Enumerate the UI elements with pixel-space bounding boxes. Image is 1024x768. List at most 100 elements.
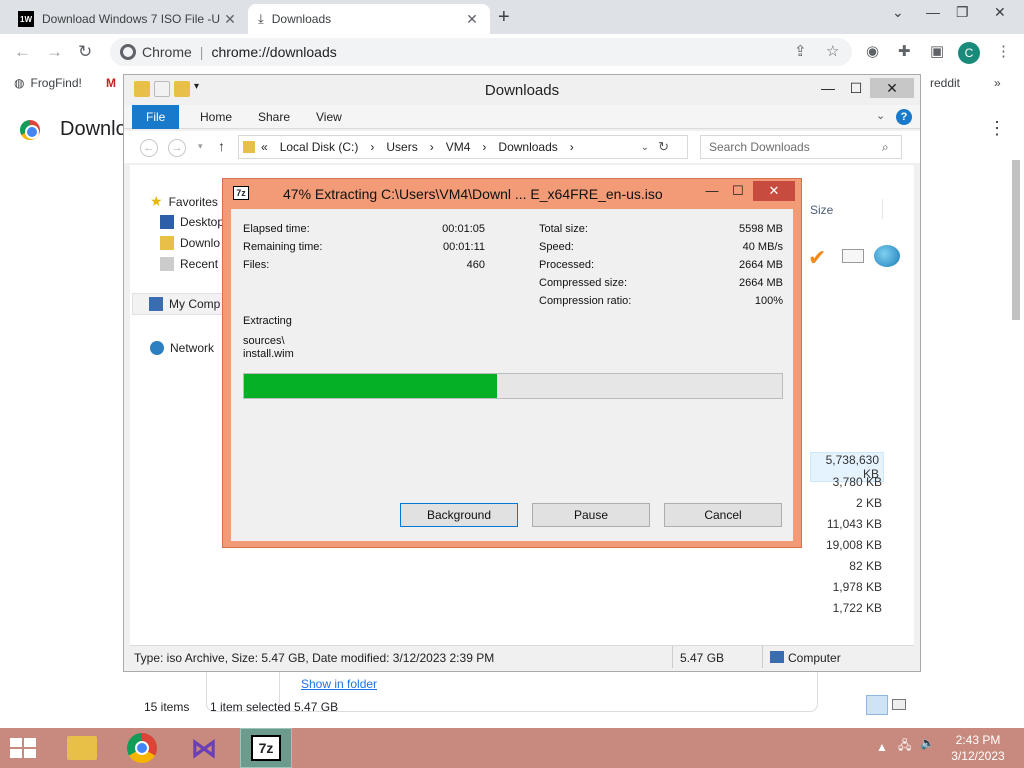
page-scrollbar[interactable]	[1010, 156, 1022, 728]
minimize-button[interactable]: —	[926, 4, 940, 20]
size-cell[interactable]: 19,008 KB	[810, 538, 882, 552]
address-separator[interactable]: ›	[370, 140, 374, 154]
size-cell[interactable]: 2 KB	[810, 496, 882, 510]
restore-button[interactable]: ❐	[956, 4, 969, 21]
address-dropdown-icon[interactable]: ⌄	[641, 142, 649, 153]
address-crumb-users[interactable]: Users	[386, 140, 417, 154]
large-icons-view-button[interactable]	[892, 699, 906, 710]
recent-locations-icon[interactable]: ▾	[198, 141, 203, 152]
tab-close-icon[interactable]: ✕	[222, 11, 238, 28]
explorer-maximize-button[interactable]: ☐	[842, 78, 870, 98]
7zip-close-button[interactable]: ✕	[753, 181, 795, 201]
7zip-titlebar: 7z 47% Extracting C:\Users\VM4\Downl ...…	[223, 179, 801, 207]
7zip-minimize-button[interactable]: —	[699, 181, 725, 201]
browser-toolbar: ← → ↻ Chrome | chrome://downloads ⇪ ☆ ◉ …	[0, 34, 1024, 70]
address-crumb-vm4[interactable]: VM4	[446, 140, 471, 154]
ribbon-tab-view[interactable]: View	[302, 105, 356, 129]
ribbon-tab-share[interactable]: Share	[244, 105, 304, 129]
address-separator[interactable]: ›	[570, 140, 574, 154]
nav-my-computer[interactable]: My Comp	[132, 293, 224, 315]
address-bar[interactable]: Chrome | chrome://downloads	[110, 38, 852, 66]
bookmark-star-icon[interactable]: ☆	[826, 42, 839, 60]
address-crumb-downloads[interactable]: Downloads	[498, 140, 557, 154]
refresh-icon[interactable]: ↻	[658, 139, 669, 155]
tab-downloads[interactable]: ⤓ Downloads ✕	[248, 4, 490, 34]
compression-ratio-value: 100%	[754, 295, 783, 307]
address-separator[interactable]: ›	[482, 140, 486, 154]
show-hidden-icons[interactable]: ▲	[876, 740, 888, 754]
more-bookmarks-icon[interactable]: »	[994, 76, 1001, 90]
selection-info: 1 item selected 5.47 GB	[210, 700, 339, 714]
scrollbar-thumb[interactable]	[1012, 160, 1020, 320]
items-count: 15 items	[144, 700, 190, 714]
search-downloads-input[interactable]: Search Downloads	[700, 135, 902, 159]
bookmark-frogfind[interactable]: ◍ FrogFind!	[14, 76, 82, 90]
bookmark-label: FrogFind!	[30, 76, 82, 90]
extensions-puzzle-icon[interactable]: ✚	[898, 42, 911, 60]
column-divider[interactable]	[882, 199, 883, 219]
bookmark-gmail[interactable]: M	[106, 76, 116, 90]
chrome-menu-icon[interactable]: ⋮	[996, 42, 1011, 60]
profile-avatar[interactable]: C	[958, 42, 980, 64]
size-cell[interactable]: 1,722 KB	[810, 601, 882, 615]
explorer-close-button[interactable]: ✕	[870, 78, 914, 98]
tab-close-icon[interactable]: ✕	[464, 11, 480, 28]
nav-favorites[interactable]: ★ Favorites	[150, 193, 218, 210]
progress-fill	[244, 374, 497, 398]
ribbon-tab-file[interactable]: File	[132, 105, 180, 129]
taskbar-file-explorer[interactable]	[56, 728, 108, 768]
nav-network[interactable]: Network	[150, 341, 214, 355]
back-button[interactable]: ←	[14, 42, 31, 62]
forward-button[interactable]: →	[46, 42, 63, 62]
reload-button[interactable]: ↻	[78, 42, 92, 62]
taskbar-chrome[interactable]	[116, 728, 168, 768]
size-cell[interactable]: 1,978 KB	[810, 580, 882, 594]
pause-button[interactable]: Pause	[532, 503, 650, 527]
omnibox-label: Chrome	[142, 44, 192, 60]
ribbon-expand-icon[interactable]: ⌄	[876, 109, 885, 122]
explorer-back-button[interactable]: ←	[140, 139, 158, 157]
address-separator[interactable]: ›	[430, 140, 434, 154]
globe-icon[interactable]	[874, 245, 900, 267]
volume-icon[interactable]: 🔈	[920, 736, 935, 750]
background-button[interactable]: Background	[400, 503, 518, 527]
tab-search-icon[interactable]: ⌄	[892, 4, 904, 21]
show-in-folder-link[interactable]: Show in folder	[301, 677, 377, 691]
address-overflow[interactable]: «	[261, 140, 268, 154]
explorer-forward-button[interactable]: →	[168, 139, 186, 157]
details-view-button[interactable]	[866, 695, 888, 715]
share-icon[interactable]: ⇪	[794, 42, 807, 60]
close-window-button[interactable]: ✕	[994, 4, 1006, 21]
checkmark-icon[interactable]: ✔	[808, 245, 826, 271]
size-cell[interactable]: 82 KB	[810, 559, 882, 573]
ribbon-tab-home[interactable]: Home	[186, 105, 246, 129]
bookmark-reddit[interactable]: reddit	[930, 76, 960, 90]
nav-label: Downlo	[180, 236, 221, 250]
system-clock[interactable]: 2:43 PM 3/12/2023	[948, 732, 1008, 764]
size-cell[interactable]: 11,043 KB	[810, 517, 882, 531]
size-column-header[interactable]: Size	[810, 203, 833, 217]
nav-recent-places[interactable]: Recent p	[160, 257, 228, 271]
start-button[interactable]	[10, 738, 38, 760]
network-tray-icon[interactable]: 🖧	[898, 736, 911, 757]
nav-downloads[interactable]: Downlo	[160, 236, 220, 250]
up-button[interactable]: ↑	[218, 138, 225, 154]
nav-desktop[interactable]: Desktop	[160, 215, 224, 229]
taskbar-visual-studio[interactable]: ⋈	[178, 728, 230, 768]
tab-windows7-iso[interactable]: 1W Download Windows 7 ISO File -U ✕	[8, 4, 248, 34]
new-tab-button[interactable]: +	[498, 6, 510, 29]
address-crumb-local-disk[interactable]: Local Disk (C:)	[280, 140, 359, 154]
size-cell[interactable]: 3,780 KB	[810, 475, 882, 489]
help-icon[interactable]: ?	[896, 109, 912, 125]
preview-icon[interactable]	[842, 249, 864, 263]
taskbar-7zip[interactable]: 7z	[240, 728, 292, 768]
processed-value: 2664 MB	[738, 259, 783, 271]
desktop-icon	[160, 215, 174, 229]
cancel-button[interactable]: Cancel	[664, 503, 782, 527]
extension-icon[interactable]: ◉	[866, 42, 879, 60]
explorer-minimize-button[interactable]: —	[814, 78, 842, 98]
side-panel-icon[interactable]: ▣	[930, 42, 944, 60]
7zip-maximize-button[interactable]: ☐	[725, 181, 751, 201]
explorer-address-bar[interactable]: « Local Disk (C:) › Users › VM4 › Downlo…	[238, 135, 688, 159]
page-menu-icon[interactable]: ⋮	[988, 118, 1006, 139]
